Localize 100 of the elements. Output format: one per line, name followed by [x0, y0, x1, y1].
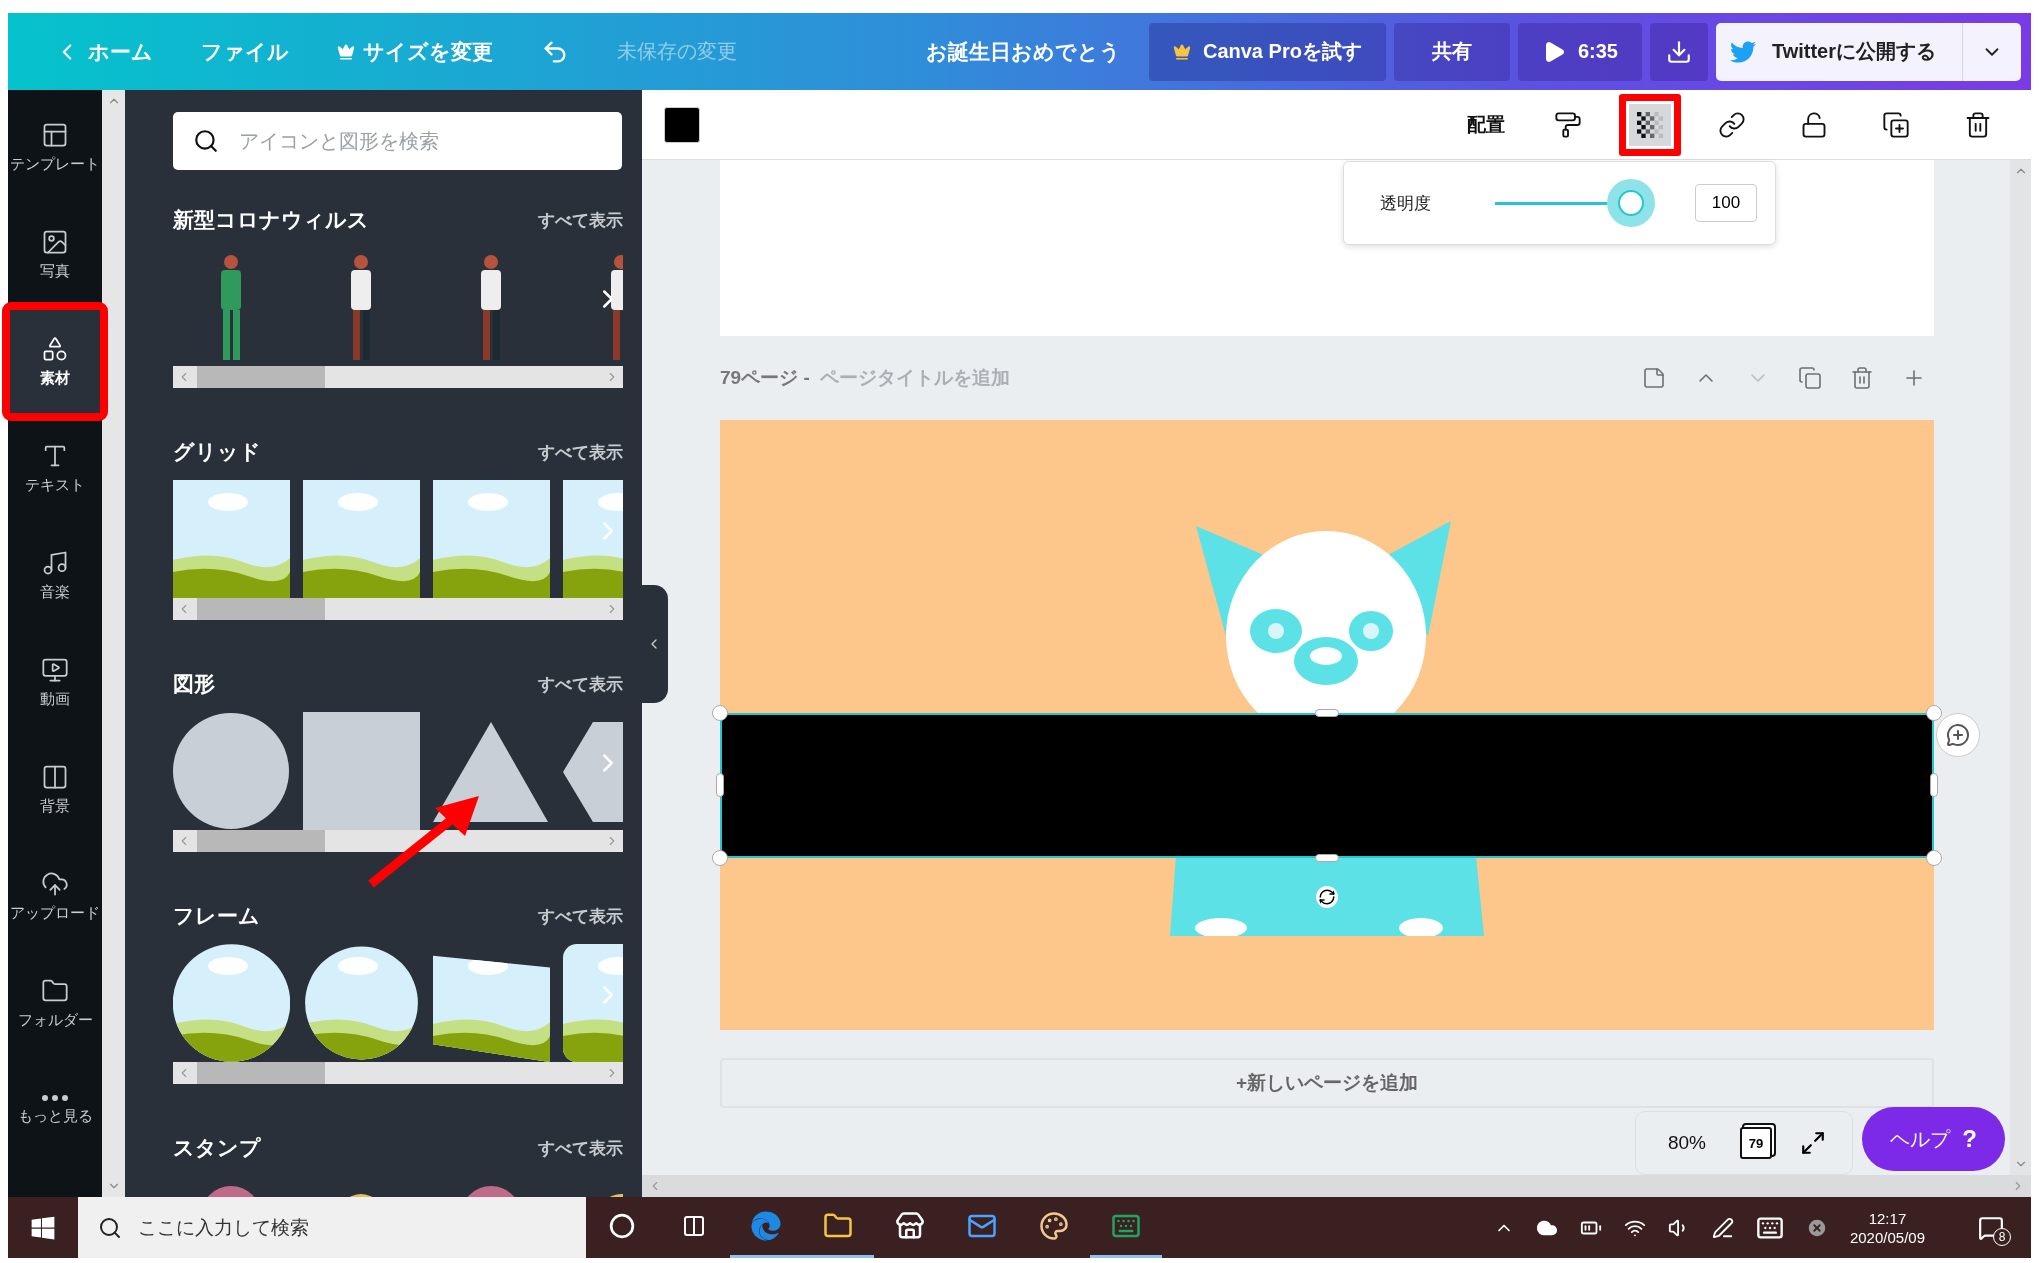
- resize-handle[interactable]: [712, 705, 728, 721]
- sidebar-item[interactable]: フォルダー: [8, 950, 102, 1057]
- see-all-link[interactable]: すべて表示: [538, 208, 623, 232]
- scroll-thumb[interactable]: [197, 366, 325, 388]
- scroll-thumb[interactable]: [197, 598, 325, 620]
- scroll-thumb[interactable]: [197, 1062, 325, 1084]
- see-all-link[interactable]: すべて表示: [538, 904, 623, 928]
- fullscreen-icon[interactable]: [1800, 1130, 1826, 1156]
- sidebar-item[interactable]: テキスト: [8, 415, 102, 522]
- resize-handle[interactable]: [716, 773, 724, 797]
- arrange-button[interactable]: 配置: [1461, 110, 1511, 139]
- shapes-icon: [41, 335, 69, 363]
- download-button[interactable]: [1649, 22, 1708, 81]
- resize-handle[interactable]: [1926, 850, 1942, 866]
- scrollbar[interactable]: [173, 830, 623, 852]
- see-all-link[interactable]: すべて表示: [538, 1136, 623, 1160]
- scrollbar[interactable]: [173, 1062, 623, 1084]
- store-icon: [895, 1211, 925, 1241]
- note-icon: [1642, 366, 1666, 390]
- duplicate-icon: [1882, 110, 1910, 139]
- comment-icon: [1946, 723, 1970, 747]
- sidebar-item[interactable]: 背景: [8, 736, 102, 843]
- zoom-level[interactable]: 80%: [1661, 1131, 1712, 1155]
- more-icon: [42, 1095, 68, 1101]
- color-swatch[interactable]: [664, 106, 700, 143]
- scrollbar[interactable]: [173, 366, 623, 388]
- notification-count: 8: [1993, 1227, 2011, 1246]
- shape-thumbnail[interactable]: [173, 712, 290, 830]
- scrollbar[interactable]: [2010, 160, 2031, 1175]
- section-title: グリッド: [173, 439, 261, 465]
- image-icon: [41, 228, 69, 256]
- page-action-button[interactable]: [1642, 366, 1666, 390]
- paint-roller-icon: [1554, 110, 1582, 139]
- transparency-label: 透明度: [1380, 192, 1431, 215]
- date: 2020/05/09: [1849, 1228, 1925, 1246]
- crown-icon: [337, 42, 355, 61]
- notifications-button[interactable]: 8: [1965, 1201, 2017, 1254]
- scrollbar[interactable]: [173, 598, 623, 620]
- sidebar-item[interactable]: もっと見る: [8, 1057, 102, 1164]
- transparency-button[interactable]: [1619, 93, 1681, 156]
- add-page-button[interactable]: +新しいページを追加: [720, 1058, 1934, 1108]
- scrollbar[interactable]: [102, 90, 125, 1197]
- try-pro-button[interactable]: Canva Proを試す: [1148, 22, 1386, 81]
- page-action-button[interactable]: [1850, 366, 1874, 390]
- help-button[interactable]: ヘルプ ?: [1862, 1107, 2005, 1171]
- comment-button[interactable]: [1936, 713, 1980, 757]
- selected-rectangle[interactable]: [720, 713, 1934, 858]
- section-title: フレーム: [173, 903, 260, 929]
- search-icon: [193, 128, 219, 154]
- download-icon: [1665, 38, 1692, 65]
- resize-handle[interactable]: [1926, 705, 1942, 721]
- question-mark: ?: [1962, 1125, 1977, 1153]
- transparency-input[interactable]: 100: [1695, 184, 1757, 222]
- share-button[interactable]: 共有: [1393, 22, 1510, 81]
- crown-icon: [1172, 42, 1191, 61]
- search-field[interactable]: アイコンと図形を検索: [173, 112, 622, 170]
- time: 12:17: [1868, 1209, 1907, 1227]
- copy-icon: [1798, 366, 1822, 390]
- task-view-icon: [682, 1214, 706, 1238]
- sidebar-item[interactable]: 写真: [8, 201, 102, 308]
- see-all-link[interactable]: すべて表示: [538, 440, 623, 464]
- clock[interactable]: 12:17 2020/05/09: [1849, 1209, 1925, 1246]
- section-title: 新型コロナウィルス: [173, 207, 369, 233]
- scrollbar[interactable]: [642, 1175, 2031, 1197]
- sidebar-item[interactable]: 動画: [8, 629, 102, 736]
- layout-icon: [41, 121, 69, 149]
- edge-icon: [751, 1211, 781, 1241]
- sidebar-item[interactable]: 音楽: [8, 522, 102, 629]
- resize-handle[interactable]: [1930, 773, 1938, 797]
- see-all-link[interactable]: すべて表示: [538, 672, 623, 696]
- search-icon: [98, 1215, 122, 1240]
- windows-icon: [30, 1214, 56, 1241]
- video-icon: [41, 656, 69, 684]
- circle-icon: [609, 1213, 635, 1239]
- sidebar-item[interactable]: テンプレート: [8, 94, 102, 201]
- sidebar-item[interactable]: アップロード: [8, 843, 102, 950]
- section-title: 図形: [173, 671, 215, 697]
- scroll-thumb[interactable]: [197, 830, 325, 852]
- pen-icon[interactable]: [1711, 1216, 1734, 1239]
- cloud-upload-icon: [41, 870, 69, 898]
- design-title[interactable]: お誕生日おめでとう: [925, 37, 1121, 66]
- trash-icon: [1850, 366, 1874, 390]
- link-icon: [1718, 110, 1746, 139]
- page-action-button[interactable]: [1798, 366, 1822, 390]
- resize-handle[interactable]: [1315, 709, 1339, 717]
- present-button[interactable]: 6:35: [1517, 22, 1642, 81]
- trash-icon: [1964, 110, 1992, 139]
- collapse-panel-button[interactable]: [640, 585, 668, 703]
- resize-handle[interactable]: [712, 850, 728, 866]
- taskbar-search-field[interactable]: ここに入力して検索: [78, 1197, 586, 1258]
- checkerboard-icon: [1637, 111, 1663, 138]
- shape-thumbnail[interactable]: [303, 712, 420, 830]
- slider-thumb[interactable]: [1607, 179, 1655, 227]
- music-note-icon: [41, 549, 69, 577]
- palette-icon: [1039, 1211, 1069, 1241]
- resize-handle[interactable]: [1315, 854, 1339, 862]
- save-status: 未保存の変更: [617, 39, 737, 64]
- section-title: スタンプ: [173, 1135, 261, 1161]
- unlock-icon: [1800, 110, 1828, 139]
- close-icon[interactable]: [1805, 1216, 1828, 1239]
